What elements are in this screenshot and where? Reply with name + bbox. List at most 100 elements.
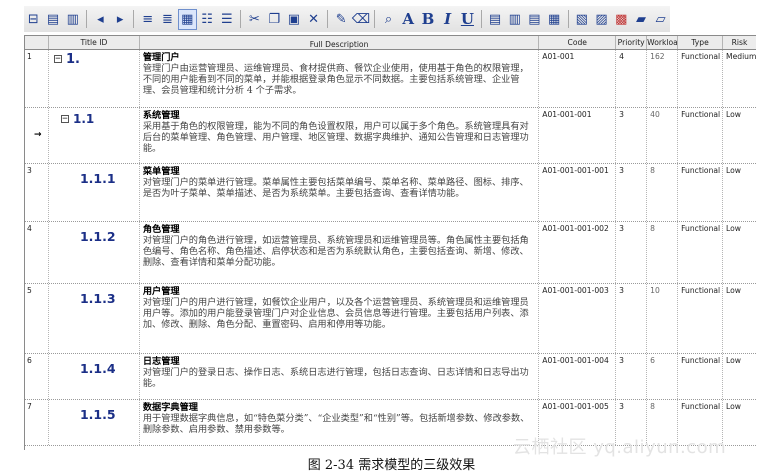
row-number-cell[interactable]: 1 [25,50,49,107]
code-cell[interactable]: A01-001-001-002 [539,222,617,283]
justify-button[interactable]: ▦ [545,9,564,30]
table-row[interactable]: 3 1.1.1 菜单管理 对管理门户的菜单进行管理。菜单属性主要包括菜单编号、菜单名称… [25,164,756,222]
row-number-cell[interactable]: 4 [25,222,49,283]
document-button[interactable]: ▧ [572,9,591,30]
insert-row-above-button[interactable]: ▤ [44,9,63,30]
underline-button[interactable]: U [458,9,477,30]
type-cell[interactable]: Functional [678,284,724,353]
description-cell[interactable]: 角色管理 对管理门户的角色进行管理，如运营管理员、系统管理员和运维管理员等。角色属… [140,222,540,283]
workload-cell[interactable]: 8 [647,222,679,283]
description-cell[interactable]: 用户管理 对管理门户的用户进行管理，如餐饮企业用户，以及各个运营管理员、系统管理员… [140,284,540,353]
title-id-cell[interactable]: 1.1.2 [49,222,140,283]
delete-button[interactable]: ✕ [304,9,323,30]
priority-cell[interactable]: 4 [616,50,648,107]
title-id-cell[interactable]: 1.1.5 [49,400,140,445]
row-number-cell[interactable]: 5 [25,284,49,353]
image-button[interactable]: ▨ [592,9,611,30]
type-cell[interactable]: Functional [678,108,724,163]
description-cell[interactable]: 菜单管理 对管理门户的菜单进行管理。菜单属性主要包括菜单编号、菜单名称、菜单路径、… [140,164,540,221]
priority-cell[interactable]: 3 [616,108,648,163]
column-header-priority[interactable]: Priority [616,36,648,49]
format-painter-button[interactable]: ✎ [332,9,351,30]
outdent-button[interactable]: ≡ [138,9,157,30]
risk-cell[interactable]: Medium [723,50,756,107]
code-cell[interactable]: A01-001-001-003 [539,284,617,353]
priority-cell[interactable]: 3 [616,354,648,399]
workload-cell[interactable]: 162 [647,50,679,107]
risk-cell[interactable]: Low [723,400,756,445]
arrow-left-button[interactable]: ◂ [91,9,110,30]
column-header-num[interactable] [25,36,49,49]
priority-cell[interactable]: 3 [616,222,648,283]
align-left-button[interactable]: ▤ [486,9,505,30]
table-row[interactable]: 6 1.1.4 日志管理 对管理门户的登录日志、操作日志、系统日志进行管理，包括日志查… [25,354,756,400]
column-header-workload[interactable]: Workloa [647,36,679,49]
workload-cell[interactable]: 10 [647,284,679,353]
description-cell[interactable]: 数据字典管理 用于管理数据字典信息，如“特色菜分类”、“企业类型”和“性别”等。包… [140,400,540,445]
paste-button[interactable]: ▣ [285,9,304,30]
insert-row-below-button[interactable]: ▥ [63,9,82,30]
type-cell[interactable]: Functional [678,354,724,399]
type-value: Functional [681,356,721,365]
risk-cell[interactable]: Low [723,164,756,221]
priority-cell[interactable]: 3 [616,284,648,353]
workload-cell[interactable]: 6 [647,354,679,399]
code-cell[interactable]: A01-001-001-001 [539,164,617,221]
title-id-cell[interactable]: 1.1.3 [49,284,140,353]
bulleted-list-button[interactable]: ☰ [217,9,236,30]
column-header-title[interactable]: Title ID [49,36,140,49]
font-color-button[interactable]: A [399,9,418,30]
code-cell[interactable]: A01-001-001 [539,108,617,163]
description-cell[interactable]: 系统管理 采用基于角色的权限管理，能为不同的角色设置权限，用户可以属于多个角色。系… [140,108,540,163]
priority-value: 4 [619,52,624,61]
priority-cell[interactable]: 3 [616,164,648,221]
table-row[interactable]: 5 1.1.3 用户管理 对管理门户的用户进行管理，如餐饮企业用户，以及各个运营管理员… [25,284,756,354]
row-number-cell[interactable]: 7 [25,400,49,445]
row-number-cell[interactable]: 6 [25,354,49,399]
column-header-risk[interactable]: Risk [723,36,756,49]
description-cell[interactable]: 管理门户 管理门户由运营管理员、运维管理员、食材提供商、餐饮企业使用，使用基于角色… [140,50,540,107]
title-id-cell[interactable]: 1.1.4 [49,354,140,399]
title-id-cell[interactable]: −1. [49,50,140,107]
workload-cell[interactable]: 8 [647,164,679,221]
risk-cell[interactable]: Low [723,354,756,399]
type-cell[interactable]: Functional [678,222,724,283]
view-mode-button[interactable]: ▦ [177,8,197,30]
align-right-button[interactable]: ▤ [525,9,544,30]
find-button[interactable]: ⌕ [379,9,398,30]
code-cell[interactable]: A01-001-001-004 [539,354,617,399]
collapse-toggle-icon[interactable]: − [60,115,69,124]
numbered-list-button[interactable]: ☷ [198,9,217,30]
type-cell[interactable]: Functional [678,50,724,107]
risk-cell[interactable]: Low [723,284,756,353]
open-folder-button[interactable]: ▱ [651,9,670,30]
row-number-cell[interactable]: 3 [25,164,49,221]
column-header-code[interactable]: Code [539,36,617,49]
description-cell[interactable]: 日志管理 对管理门户的登录日志、操作日志、系统日志进行管理，包括日志查询、日志详情… [140,354,540,399]
workload-cell[interactable]: 40 [647,108,679,163]
arrow-right-button[interactable]: ▸ [111,9,130,30]
type-cell[interactable]: Functional [678,164,724,221]
chart-button[interactable]: ▩ [612,9,631,30]
risk-cell[interactable]: Low [723,222,756,283]
cut-button[interactable]: ✂ [245,9,264,30]
copy-button[interactable]: ❐ [265,9,284,30]
italic-button[interactable]: I [438,9,457,30]
collapse-toggle-icon[interactable]: − [53,55,62,64]
risk-cell[interactable]: Low [723,108,756,163]
title-id-cell[interactable]: 1.1.1 [49,164,140,221]
indent-button[interactable]: ≣ [158,9,177,30]
folder-button[interactable]: ▰ [632,9,651,30]
clear-format-button[interactable]: ⌫ [352,9,371,30]
column-header-desc[interactable]: Full Description [140,36,540,49]
row-number-cell[interactable]: → [25,108,49,163]
properties-button[interactable]: ⊟ [24,9,43,30]
table-row[interactable]: 1−1. 管理门户 管理门户由运营管理员、运维管理员、食材提供商、餐饮企业使用，使用… [25,50,756,108]
code-cell[interactable]: A01-001 [539,50,617,107]
bold-button[interactable]: B [419,9,438,30]
table-row[interactable]: 4 1.1.2 角色管理 对管理门户的角色进行管理，如运营管理员、系统管理员和运维管理… [25,222,756,284]
align-center-button[interactable]: ▥ [505,9,524,30]
column-header-type[interactable]: Type [678,36,724,49]
title-id-cell[interactable]: −1.1 [49,108,140,163]
table-row[interactable]: → −1.1 系统管理 采用基于角色的权限管理，能为不同的角色设置权限，用户可以属于多… [25,108,756,164]
